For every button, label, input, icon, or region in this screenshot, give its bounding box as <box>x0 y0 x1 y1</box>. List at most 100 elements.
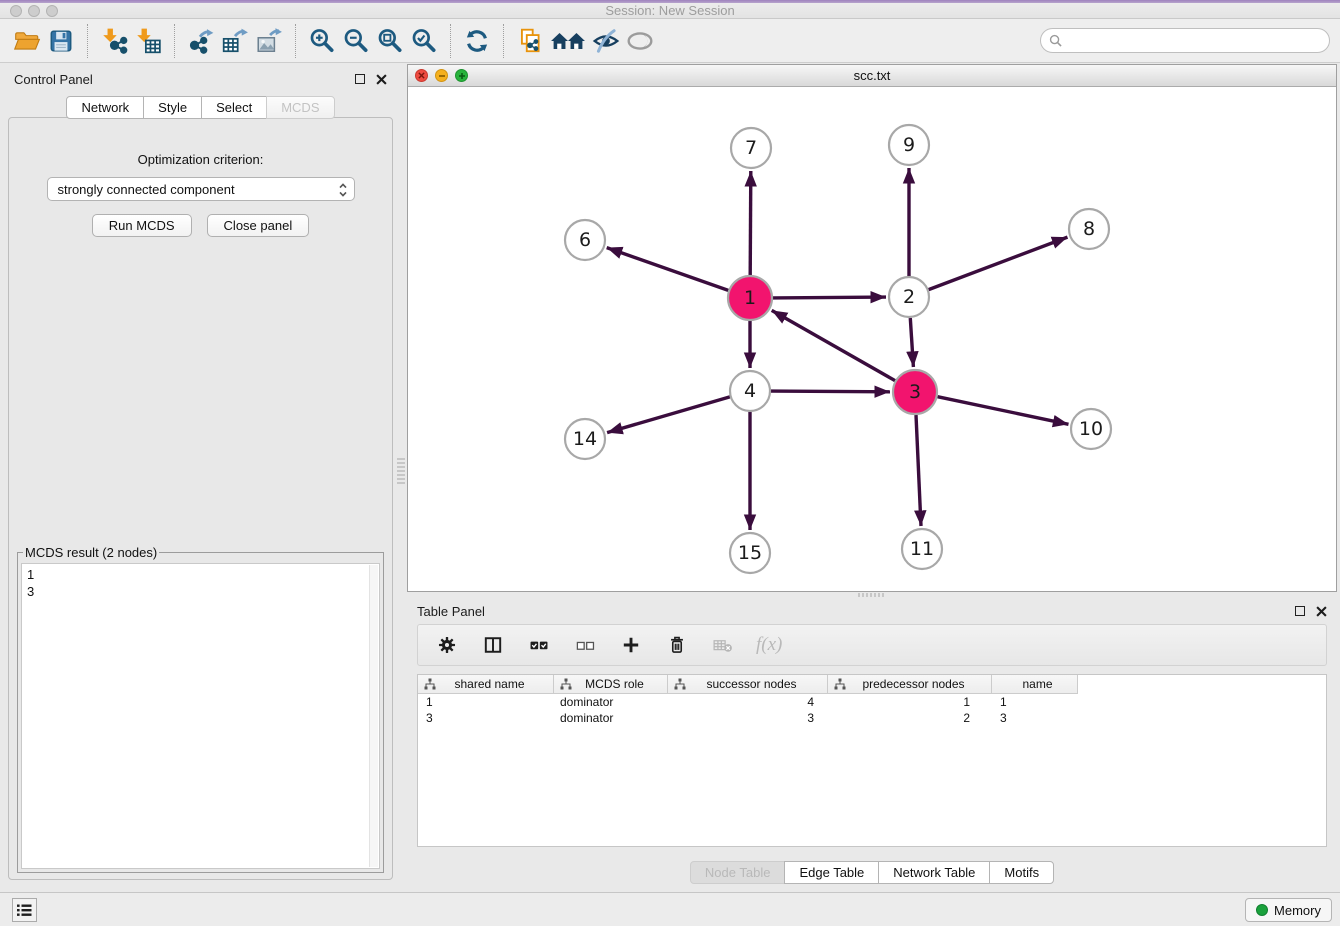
toolbar-separator <box>503 24 504 58</box>
mcds-result-scrollbar[interactable] <box>369 565 378 867</box>
control-panel-tabs: Network Style Select MCDS <box>6 96 395 119</box>
column-header-successor-nodes[interactable]: successor nodes <box>668 675 828 693</box>
table-row[interactable]: 3 dominator 3 2 3 <box>418 710 1326 726</box>
search-input[interactable] <box>1062 33 1321 48</box>
delete-columns-button[interactable] <box>664 632 690 658</box>
criterion-select[interactable]: strongly connected component <box>47 177 355 201</box>
zoom-selected-icon <box>410 27 438 55</box>
close-panel-button[interactable]: Close panel <box>207 214 310 237</box>
hide-selected-button[interactable] <box>589 23 623 59</box>
status-bar: Memory <box>0 892 1340 926</box>
clone-network-icon <box>516 27 544 55</box>
zoom-selected-button[interactable] <box>407 23 441 59</box>
graph-edge-4-3[interactable] <box>771 391 890 392</box>
column-header-predecessor-nodes[interactable]: predecessor nodes <box>828 675 992 693</box>
column-type-icon <box>560 678 572 690</box>
graph-edge-3-1[interactable] <box>772 310 895 380</box>
graph-edge-4-14[interactable] <box>607 397 730 433</box>
table-panel: Table Panel <box>407 598 1337 888</box>
graph-node-label: 4 <box>744 380 756 402</box>
graph-edge-3-10[interactable] <box>938 397 1069 425</box>
window-title: Session: New Session <box>0 3 1340 18</box>
graph-node-label: 14 <box>573 428 597 450</box>
save-session-button[interactable] <box>44 23 78 59</box>
eye-icon <box>626 27 654 55</box>
column-header-name[interactable]: name <box>992 675 1078 693</box>
minimize-window-icon[interactable] <box>28 5 40 17</box>
clone-network-button[interactable] <box>513 23 547 59</box>
open-file-button[interactable] <box>10 23 44 59</box>
table-panel-tabs: Node Table Edge Table Network Table Moti… <box>407 861 1337 884</box>
graph-edge-1-7[interactable] <box>750 171 751 275</box>
export-table-button[interactable] <box>218 23 252 59</box>
close-panel-icon[interactable] <box>375 73 387 85</box>
network-graph: 7968124314101511 <box>408 87 1336 591</box>
graph-node-label: 11 <box>910 538 934 560</box>
close-table-panel-icon[interactable] <box>1315 605 1327 617</box>
node-table: shared name MCDS role successor nodes pr… <box>417 674 1327 847</box>
tab-select[interactable]: Select <box>201 96 267 119</box>
memory-label: Memory <box>1274 903 1321 918</box>
memory-button[interactable]: Memory <box>1245 898 1332 922</box>
toolbar-separator <box>295 24 296 58</box>
zoom-out-button[interactable] <box>339 23 373 59</box>
table-mode-button[interactable] <box>434 632 460 658</box>
tab-mcds[interactable]: MCDS <box>266 96 334 119</box>
mcds-result-list[interactable]: 1 3 <box>21 563 380 869</box>
run-mcds-button[interactable]: Run MCDS <box>92 214 192 237</box>
show-all-columns-button[interactable] <box>526 632 552 658</box>
close-window-icon[interactable] <box>10 5 22 17</box>
window-titlebar: Session: New Session <box>0 3 1340 19</box>
export-network-button[interactable] <box>184 23 218 59</box>
tab-edge-table[interactable]: Edge Table <box>784 861 879 884</box>
graph-edge-1-2[interactable] <box>773 297 886 298</box>
show-all-button[interactable] <box>623 23 657 59</box>
column-header-shared-name[interactable]: shared name <box>418 675 554 693</box>
graph-edge-3-11[interactable] <box>916 415 921 526</box>
graph-edge-1-6[interactable] <box>607 248 729 291</box>
import-table-button[interactable] <box>131 23 165 59</box>
tab-style[interactable]: Style <box>143 96 202 119</box>
toolbar-separator <box>174 24 175 58</box>
graph-node-label: 9 <box>903 134 915 156</box>
tab-network-table[interactable]: Network Table <box>878 861 990 884</box>
tab-node-table[interactable]: Node Table <box>690 861 786 884</box>
graph-node-label: 10 <box>1079 418 1103 440</box>
graph-edge-2-3[interactable] <box>910 318 913 367</box>
search-icon <box>1049 34 1062 47</box>
optimization-criterion-label: Optimization criterion: <box>9 152 392 167</box>
import-network-button[interactable] <box>97 23 131 59</box>
horizontal-splitter-handle[interactable] <box>858 593 884 597</box>
tab-network[interactable]: Network <box>66 96 144 119</box>
vertical-splitter-handle[interactable] <box>397 458 405 484</box>
task-history-button[interactable] <box>12 898 37 922</box>
control-panel: Control Panel Network Style Select MCDS … <box>6 66 395 882</box>
zoom-in-button[interactable] <box>305 23 339 59</box>
network-canvas[interactable]: 7968124314101511 <box>408 87 1336 591</box>
float-table-panel-icon[interactable] <box>1295 606 1305 616</box>
first-neighbors-button[interactable] <box>547 23 589 59</box>
float-panel-icon[interactable] <box>355 74 365 84</box>
graph-node-label: 7 <box>745 137 757 159</box>
export-image-button[interactable] <box>252 23 286 59</box>
table-header-row: shared name MCDS role successor nodes pr… <box>418 675 1078 694</box>
create-column-button[interactable] <box>618 632 644 658</box>
control-panel-header: Control Panel <box>6 66 395 92</box>
import-network-icon <box>100 27 128 55</box>
zoom-fit-icon <box>376 27 404 55</box>
refresh-button[interactable] <box>460 23 494 59</box>
zoom-in-icon <box>308 27 336 55</box>
maximize-window-icon[interactable] <box>46 5 58 17</box>
tab-motifs[interactable]: Motifs <box>989 861 1054 884</box>
open-folder-icon <box>13 27 41 55</box>
table-row[interactable]: 1 dominator 4 1 1 <box>418 694 1326 710</box>
mcds-result-fieldset: MCDS result (2 nodes) 1 3 <box>17 545 384 873</box>
split-panel-button[interactable] <box>480 632 506 658</box>
zoom-fit-button[interactable] <box>373 23 407 59</box>
graph-edge-2-8[interactable] <box>929 237 1068 290</box>
search-field[interactable] <box>1040 28 1330 53</box>
hide-all-columns-button[interactable] <box>572 632 598 658</box>
criterion-selected-value: strongly connected component <box>58 182 235 197</box>
refresh-icon <box>463 27 491 55</box>
column-header-mcds-role[interactable]: MCDS role <box>554 675 668 693</box>
